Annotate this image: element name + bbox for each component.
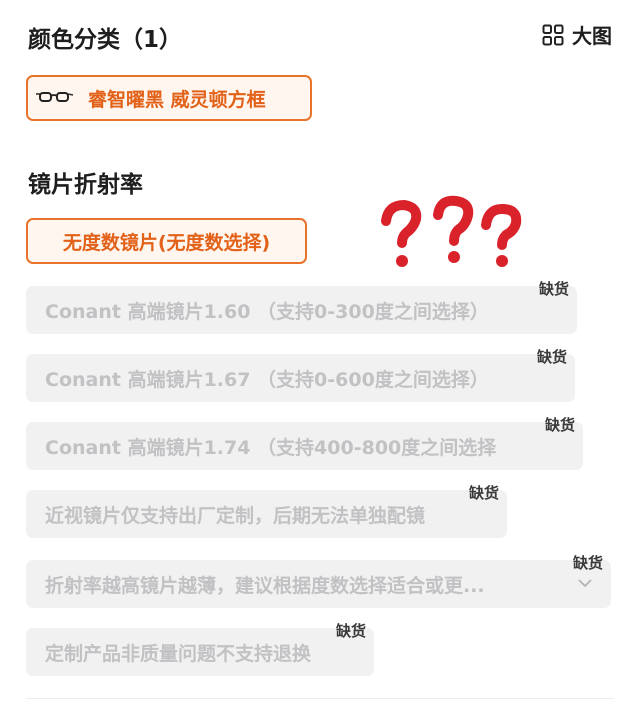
color-section-title: 颜色分类（1） xyxy=(28,27,183,53)
lens-option-disabled[interactable]: Conant 高端镜片1.74 （支持400-800度之间选择 xyxy=(26,422,583,470)
lens-option-disabled[interactable]: 折射率越高镜片越薄，建议根据度数选择适合或更... xyxy=(26,560,611,608)
lens-option-label: 定制产品非质量问题不支持退换 xyxy=(45,642,312,665)
lens-option-label: 近视镜片仅支持出厂定制，后期无法单独配镜 xyxy=(45,504,426,527)
question-marks-annotation xyxy=(381,195,522,267)
lens-option-label: 无度数镜片(无度数选择) xyxy=(62,231,271,254)
lens-option-label: Conant 高端镜片1.67 （支持0-600度之间选择） xyxy=(45,368,489,391)
grid-icon xyxy=(542,24,564,45)
lens-option-disabled[interactable]: 近视镜片仅支持出厂定制，后期无法单独配镜 xyxy=(26,490,507,538)
out-of-stock-badge: 缺货 xyxy=(573,554,604,572)
divider xyxy=(26,698,614,699)
lens-section-title: 镜片折射率 xyxy=(28,172,143,198)
lens-option-selected[interactable]: 无度数镜片(无度数选择) xyxy=(26,218,307,264)
lens-option-disabled[interactable]: Conant 高端镜片1.60 （支持0-300度之间选择） xyxy=(26,286,577,334)
view-toggle-label: 大图 xyxy=(572,24,612,48)
lens-option-label: Conant 高端镜片1.74 （支持400-800度之间选择 xyxy=(45,436,497,459)
out-of-stock-badge: 缺货 xyxy=(336,622,367,640)
large-view-toggle[interactable]: 大图 xyxy=(542,20,612,49)
out-of-stock-badge: 缺货 xyxy=(539,280,570,298)
chevron-down-icon[interactable] xyxy=(578,579,592,588)
out-of-stock-badge: 缺货 xyxy=(545,416,576,434)
lens-option-label: Conant 高端镜片1.60 （支持0-300度之间选择） xyxy=(45,300,489,323)
lens-option-disabled[interactable]: Conant 高端镜片1.67 （支持0-600度之间选择） xyxy=(26,354,575,402)
glasses-icon xyxy=(32,78,76,118)
out-of-stock-badge: 缺货 xyxy=(537,348,568,366)
out-of-stock-badge: 缺货 xyxy=(469,484,500,502)
color-option-selected[interactable]: 睿智曜黑 威灵顿方框 xyxy=(26,75,312,121)
color-option-label: 睿智曜黑 威灵顿方框 xyxy=(88,88,266,111)
lens-option-label: 折射率越高镜片越薄，建议根据度数选择适合或更... xyxy=(45,574,485,597)
lens-option-disabled[interactable]: 定制产品非质量问题不支持退换 xyxy=(26,628,374,676)
